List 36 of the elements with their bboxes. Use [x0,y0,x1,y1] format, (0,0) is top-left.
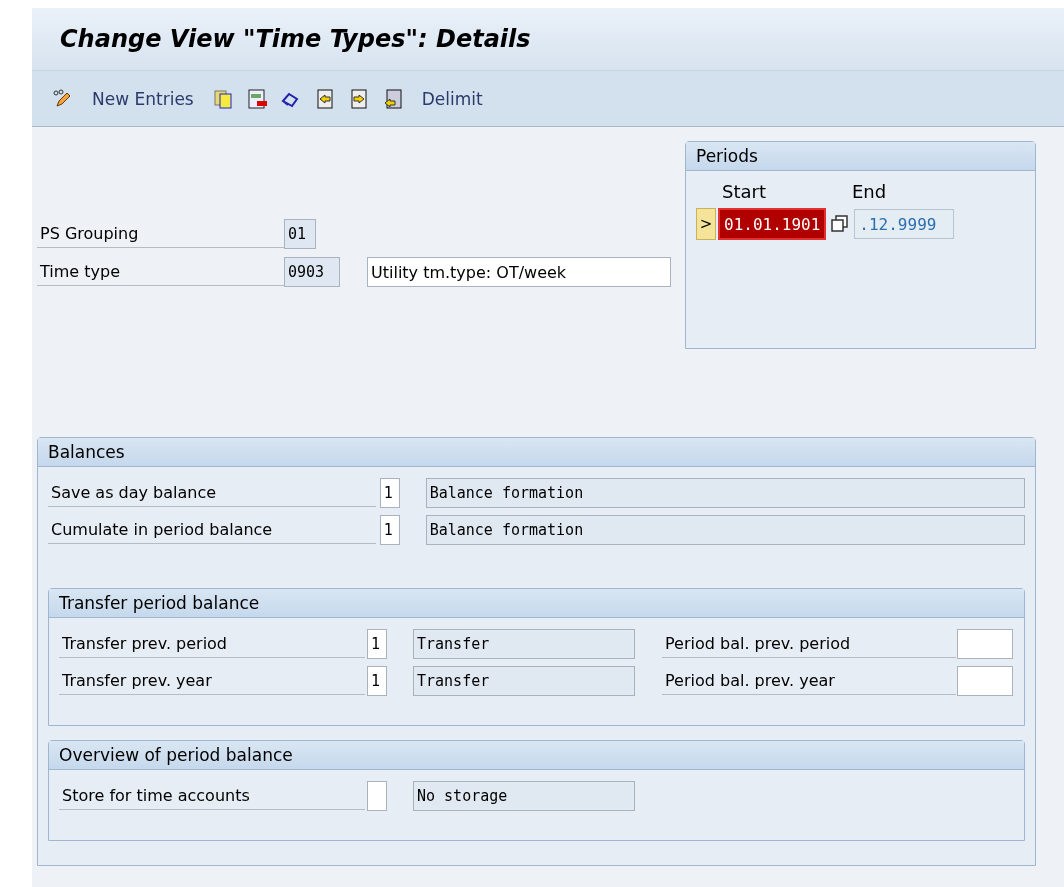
panel-title: Periods [686,142,1035,171]
value-display: Balance formation [425,515,1025,545]
field-label: Store for time accounts [59,782,365,810]
input-field[interactable]: 1 [379,478,400,508]
input-field[interactable] [957,666,1013,696]
new-entries-button[interactable]: New Entries [86,88,200,109]
key-field: 01 [284,219,316,249]
value-display: Transfer [413,666,635,696]
end-date-field[interactable]: .12.9999 [854,209,955,239]
row-marker[interactable]: > [696,208,716,240]
field-label: Transfer prev. period [59,630,365,658]
field-label: Period bal. prev. period [662,630,956,658]
input-field[interactable]: 1 [379,515,400,545]
window-title: Change View "Time Types": Details [32,8,1064,70]
copy-icon[interactable] [211,87,234,110]
column-label: Start [722,181,767,202]
start-date-field[interactable]: 01.01.1901 [718,208,827,240]
key-field: 0903 [284,257,340,287]
panel-title: Overview of period balance [49,741,1024,770]
field-label: Transfer prev. year [59,667,365,695]
panel-title: Transfer period balance [49,589,1024,618]
field-label: Save as day balance [48,479,376,507]
value-display: Balance formation [425,478,1025,508]
panel-title: Balances [38,438,1035,467]
input-field[interactable] [367,781,387,811]
field-label: Cumulate in period balance [48,516,376,544]
delimit-button[interactable]: Delimit [415,88,489,109]
value-display: Transfer [413,629,635,659]
delete-icon[interactable] [245,87,268,110]
description-field[interactable]: Utility tm.type: OT/week [367,257,671,287]
input-field[interactable]: 1 [367,629,387,659]
input-field[interactable] [957,629,1013,659]
value-display: No storage [413,781,635,811]
input-field[interactable]: 1 [367,666,387,696]
field-label: Period bal. prev. year [662,667,956,695]
column-label: End [852,181,887,202]
